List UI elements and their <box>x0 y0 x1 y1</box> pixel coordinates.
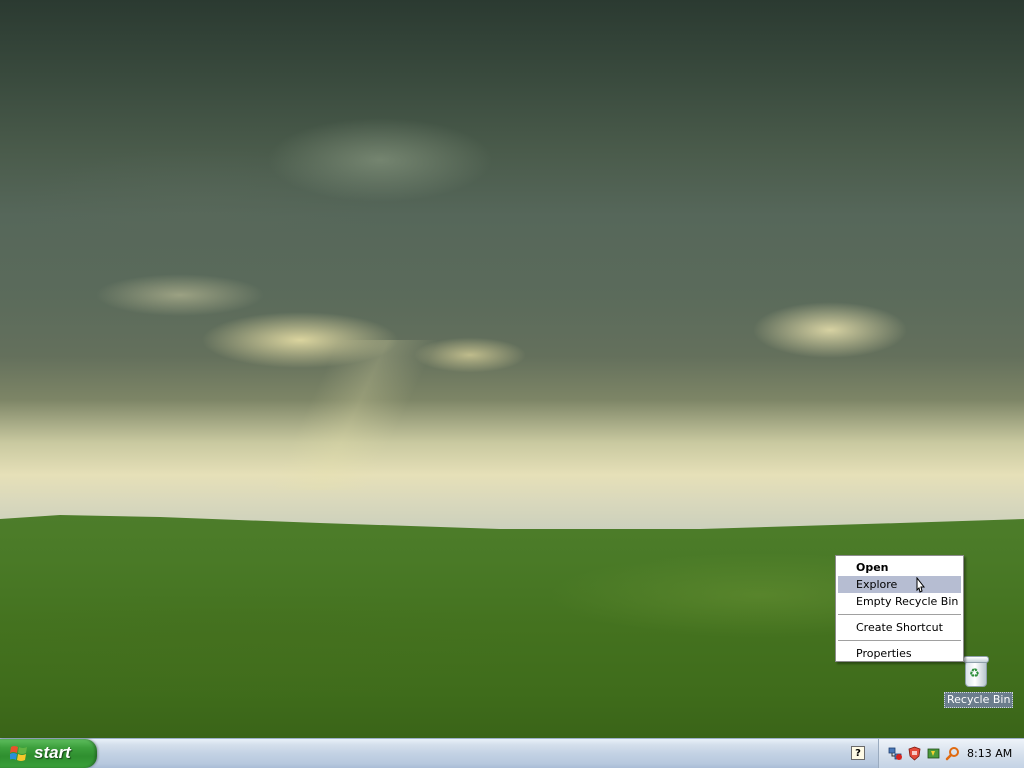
menu-item-explore[interactable]: Explore <box>838 576 961 593</box>
wallpaper-sky <box>0 0 1024 540</box>
taskbar-clock[interactable]: 8:13 AM <box>967 739 1012 768</box>
recycle-bin-desktop-icon[interactable]: ♻ Recycle Bin <box>944 655 1014 708</box>
windows-logo-icon <box>10 746 27 761</box>
menu-item-empty-recycle-bin[interactable]: Empty Recycle Bin <box>838 593 961 610</box>
security-alert-icon[interactable] <box>907 746 922 761</box>
menu-item-properties[interactable]: Properties <box>838 645 961 662</box>
menu-separator <box>838 614 961 615</box>
recycle-bin-label: Recycle Bin <box>944 692 1014 708</box>
mouse-pointer-icon <box>916 577 926 593</box>
menu-separator <box>838 640 961 641</box>
start-label: start <box>34 743 71 762</box>
system-tray: 8:13 AM <box>878 739 1024 768</box>
network-icon[interactable] <box>888 746 903 761</box>
recycle-bin-icon: ♻ <box>961 655 989 687</box>
context-menu: Open Explore Empty Recycle Bin Create Sh… <box>835 555 964 662</box>
search-icon[interactable] <box>945 746 960 761</box>
ups-icon[interactable] <box>926 746 941 761</box>
menu-item-open[interactable]: Open <box>838 559 961 576</box>
wallpaper-sun-rays <box>240 340 500 490</box>
menu-item-create-shortcut[interactable]: Create Shortcut <box>838 619 961 636</box>
help-icon[interactable]: ? <box>851 746 865 760</box>
start-button[interactable]: start <box>0 739 97 768</box>
taskbar: start ? 8:13 AM <box>0 738 1024 768</box>
